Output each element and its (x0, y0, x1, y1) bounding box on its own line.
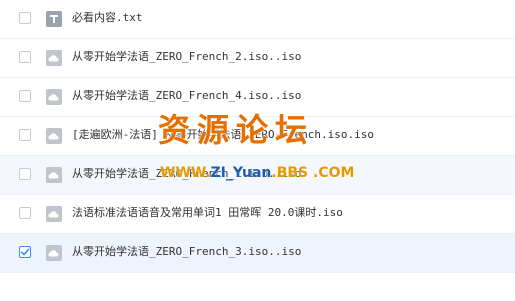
row-checkbox[interactable] (19, 168, 31, 180)
row-checkbox[interactable] (19, 207, 31, 219)
file-row[interactable]: 法语标准法语语音及常用单词1 田常晖 20.0课时.iso (0, 195, 515, 234)
cloud-file-icon (45, 127, 63, 145)
checkmark-icon (20, 248, 30, 256)
file-row[interactable]: [走遍欧洲-法语] 从零开始学法语 ZERO-French.iso.iso (0, 117, 515, 156)
file-name[interactable]: 从零开始学法语_ZERO_French_3.iso..iso (72, 245, 301, 259)
file-name[interactable]: [走遍欧洲-法语] 从零开始学法语 ZERO-French.iso.iso (72, 128, 374, 142)
cloud-file-icon (45, 49, 63, 67)
file-name[interactable]: 从零开始学法语_ZERO_French_1.iso..iso (72, 167, 301, 181)
row-checkbox[interactable] (19, 129, 31, 141)
file-name[interactable]: 必看内容.txt (72, 11, 143, 25)
row-checkbox[interactable] (19, 12, 31, 24)
row-checkbox-checked[interactable] (19, 246, 31, 258)
file-row[interactable]: 必看内容.txt (0, 0, 515, 39)
row-checkbox[interactable] (19, 51, 31, 63)
file-row[interactable]: 从零开始学法语_ZERO_French_4.iso..iso (0, 78, 515, 117)
cloud-file-icon (45, 88, 63, 106)
cloud-file-icon (45, 244, 63, 262)
row-checkbox[interactable] (19, 90, 31, 102)
file-row[interactable]: 从零开始学法语_ZERO_French_3.iso..iso (0, 234, 515, 273)
file-name[interactable]: 从零开始学法语_ZERO_French_2.iso..iso (72, 50, 301, 64)
file-list: 必看内容.txt 从零开始学法语_ZERO_French_2.iso..iso … (0, 0, 515, 273)
cloud-file-icon (45, 166, 63, 184)
text-file-icon (45, 10, 63, 28)
file-row[interactable]: 从零开始学法语_ZERO_French_1.iso..iso (0, 156, 515, 195)
file-name[interactable]: 从零开始学法语_ZERO_French_4.iso..iso (72, 89, 301, 103)
file-row[interactable]: 从零开始学法语_ZERO_French_2.iso..iso (0, 39, 515, 78)
file-name[interactable]: 法语标准法语语音及常用单词1 田常晖 20.0课时.iso (72, 206, 343, 220)
cloud-file-icon (45, 205, 63, 223)
